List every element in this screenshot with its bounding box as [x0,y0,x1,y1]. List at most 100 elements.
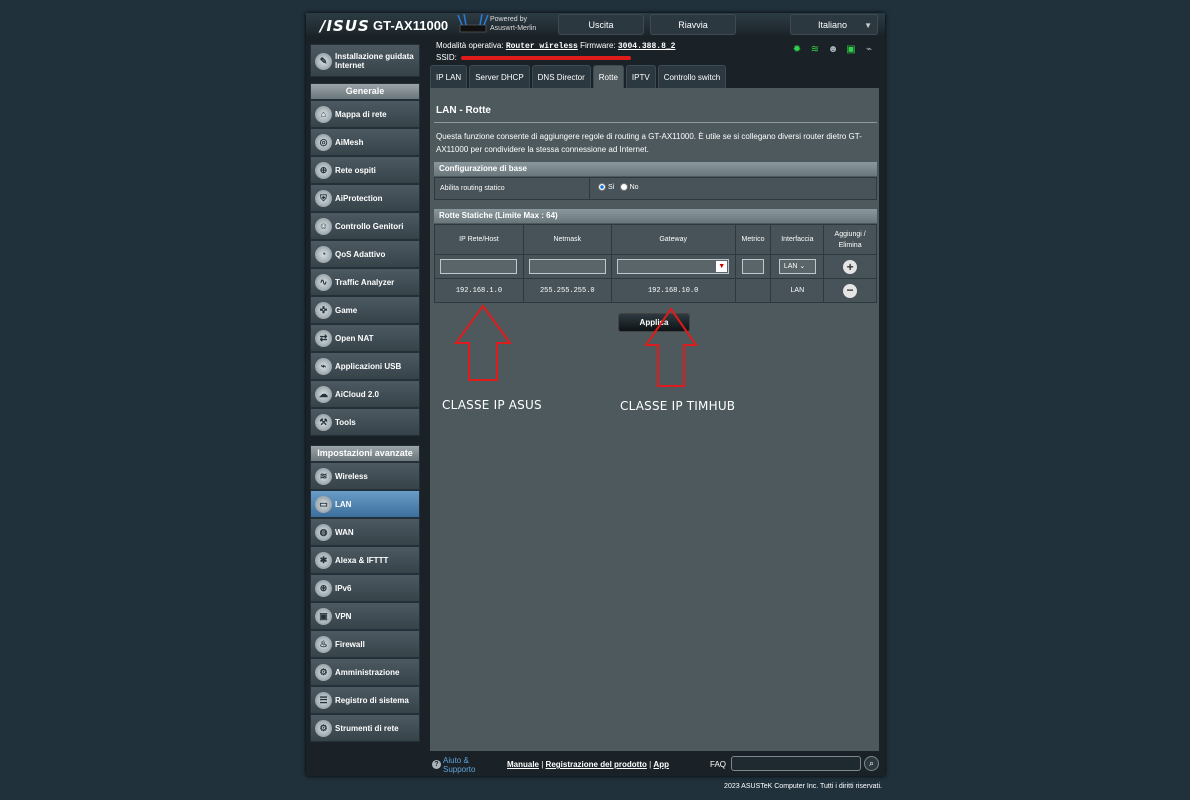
radio-no[interactable] [619,183,628,191]
lan-icon: ▭ [315,496,332,513]
ipv6-icon: ⊛ [315,580,332,597]
interface-select[interactable]: LAN ⌄ [778,259,816,274]
tab-server-dhcp[interactable]: Server DHCP [469,65,530,88]
sidebar: ✎ Installazione guidata Internet General… [310,44,420,742]
col-add-delete: Aggiungi / Elimina [823,224,877,255]
sidebar-item-label: AiCloud 2.0 [335,389,380,399]
sidebar-item-label: LAN [335,499,352,509]
sidebar-item-wireless[interactable]: ≋ Wireless [310,462,420,490]
sidebar-item-gamepad[interactable]: ✜ Game [310,296,420,324]
sidebar-item-label: Controllo Genitori [335,221,404,231]
enable-static-routing-label: Abilita routing statico [440,185,505,192]
sidebar-item-vpn[interactable]: ▣ VPN [310,602,420,630]
gateway-input[interactable]: ▼ [617,259,730,274]
chevron-down-icon[interactable]: ▼ [716,261,728,272]
app-link[interactable]: App [653,760,669,769]
sidebar-item-network-tools[interactable]: ⚙ Strumenti di rete [310,714,420,742]
tab-dns-director[interactable]: DNS Director [531,65,591,88]
asus-logo: /ISUS [320,17,370,35]
divider [434,122,877,123]
wifi-icon[interactable]: ≋ [809,44,821,55]
users-icon[interactable]: ☻ [827,44,839,55]
general-section-header: Generale [310,83,420,100]
sidebar-item-aimesh[interactable]: ◎ AiMesh [310,128,420,156]
metric-input[interactable] [742,259,765,274]
route-gateway: 192.168.10.0 [610,278,736,303]
search-icon[interactable]: ⌕ [864,756,879,771]
ssid-redacted [461,55,632,60]
sidebar-item-label: Rete ospiti [335,165,376,175]
wizard-icon: ✎ [315,53,332,70]
gear-status-icon[interactable]: ✹ [791,44,803,55]
sidebar-item-label: Game [335,305,358,315]
system-log-icon: ☰ [315,692,332,709]
sidebar-item-label: Registro di sistema [335,695,409,705]
parental-control-icon: ☺ [315,218,332,235]
sidebar-item-administration[interactable]: ⚙ Amministrazione [310,658,420,686]
shield-icon: ⛨ [315,190,332,207]
tab-iptv[interactable]: IPTV [625,65,656,88]
tab-ip-lan[interactable]: IP LAN [430,65,468,88]
tab-controllo-switch[interactable]: Controllo switch [657,65,727,88]
help-icon: ? [432,760,441,769]
col-netmask: Netmask [522,224,612,255]
manual-link[interactable]: Manuale [507,760,539,769]
annotation-label-right: CLASSE IP TIMHUB [620,399,736,413]
sidebar-item-system-log[interactable]: ☰ Registro di sistema [310,686,420,714]
sidebar-item-network-map[interactable]: ⌂ Mappa di rete [310,100,420,128]
sidebar-item-ipv6[interactable]: ⊛ IPv6 [310,574,420,602]
faq-label: FAQ [710,760,727,769]
sidebar-item-traffic-analyzer[interactable]: ∿ Traffic Analyzer [310,268,420,296]
help-support-link[interactable]: Aiuto & Supporto [443,756,475,774]
add-route-button[interactable]: + [843,259,858,274]
sidebar-item-label: Open NAT [335,333,374,343]
sidebar-item-label: Tools [335,417,356,427]
sidebar-item-wrench[interactable]: ⚒ Tools [310,408,420,436]
sidebar-item-qos[interactable]: ◔ QoS Adattivo [310,240,420,268]
router-admin-window: /ISUS GT-AX11000 Powered by Asuswrt-Merl… [306,13,885,776]
monitor-icon[interactable]: ▣ [845,44,857,55]
registration-link[interactable]: Registrazione del prodotto [546,760,647,769]
language-select[interactable]: Italiano ▼ [790,14,878,35]
operation-mode-link[interactable]: Router wireless [506,42,578,51]
sidebar-item-parental-control[interactable]: ☺ Controllo Genitori [310,212,420,240]
sidebar-item-guest-network[interactable]: ⊕ Rete ospiti [310,156,420,184]
netmask-input[interactable] [528,259,606,274]
sidebar-item-firewall[interactable]: ♨ Firewall [310,630,420,658]
ip-input[interactable] [440,259,518,274]
delete-route-button[interactable]: − [843,283,858,298]
sidebar-item-alexa[interactable]: ✱ Alexa & IFTTT [310,546,420,574]
route-netmask: 255.255.255.0 [522,278,612,303]
sidebar-item-label: Traffic Analyzer [335,277,395,287]
sidebar-item-wan[interactable]: ◍ WAN [310,518,420,546]
col-gateway: Gateway [610,224,736,255]
administration-icon: ⚙ [315,664,332,681]
sidebar-item-lan[interactable]: ▭ LAN [310,490,420,518]
wrench-icon: ⚒ [315,414,332,431]
sidebar-item-label: WAN [335,527,354,537]
sidebar-item-open-nat[interactable]: ⇄ Open NAT [310,324,420,352]
general-menu: ⌂ Mappa di rete ◎ AiMesh ⊕ Rete ospiti ⛨ AiProt… [310,100,420,436]
apply-button[interactable]: Applica [618,313,690,332]
sidebar-item-usb[interactable]: ⌁ Applicazioni USB [310,352,420,380]
sidebar-item-label: Alexa & IFTTT [335,555,389,565]
logout-button[interactable]: Uscita [558,14,644,35]
wireless-icon: ≋ [315,468,332,485]
powered-by: Powered by Asuswrt-Merlin [490,16,537,32]
vpn-icon: ▣ [315,608,332,625]
firmware-link[interactable]: 3004.388.8_2 [618,42,676,51]
status-line: Modalità operativa: Router wireless Firm… [436,41,676,62]
radio-yes[interactable] [598,183,606,191]
table-row: 192.168.1.0 255.255.255.0 192.168.10.0 LAN − [434,278,877,303]
quick-internet-setup-button[interactable]: ✎ Installazione guidata Internet [310,44,420,77]
top-banner: /ISUS GT-AX11000 Powered by Asuswrt-Merl… [306,13,885,37]
sidebar-item-label: VPN [335,611,352,621]
usb-status-icon[interactable]: ⌁ [863,44,875,55]
sidebar-item-shield[interactable]: ⛨ AiProtection [310,184,420,212]
faq-search-input[interactable] [731,756,861,771]
reboot-button[interactable]: Riavvia [650,14,736,35]
sidebar-item-cloud[interactable]: ☁ AiCloud 2.0 [310,380,420,408]
tab-rotte[interactable]: Rotte [592,65,624,88]
route-ip: 192.168.1.0 [434,278,524,303]
network-map-icon: ⌂ [315,106,332,123]
